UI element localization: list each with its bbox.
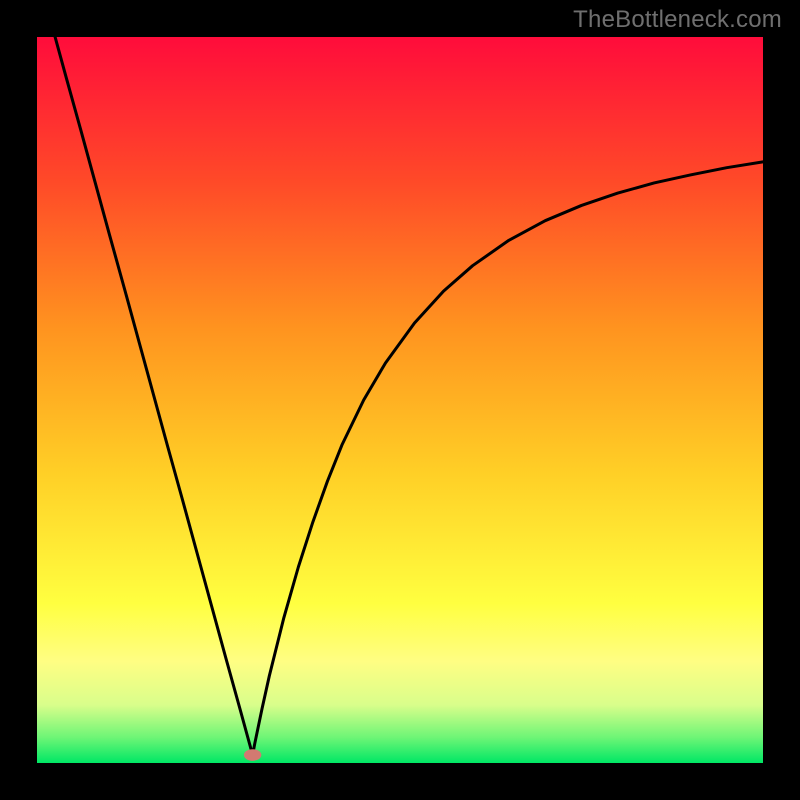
minimum-marker	[244, 749, 261, 761]
chart-frame: TheBottleneck.com	[0, 0, 800, 800]
gradient-background	[37, 37, 763, 763]
plot-area	[37, 37, 763, 763]
watermark: TheBottleneck.com	[573, 6, 782, 34]
bottleneck-chart	[37, 37, 763, 763]
